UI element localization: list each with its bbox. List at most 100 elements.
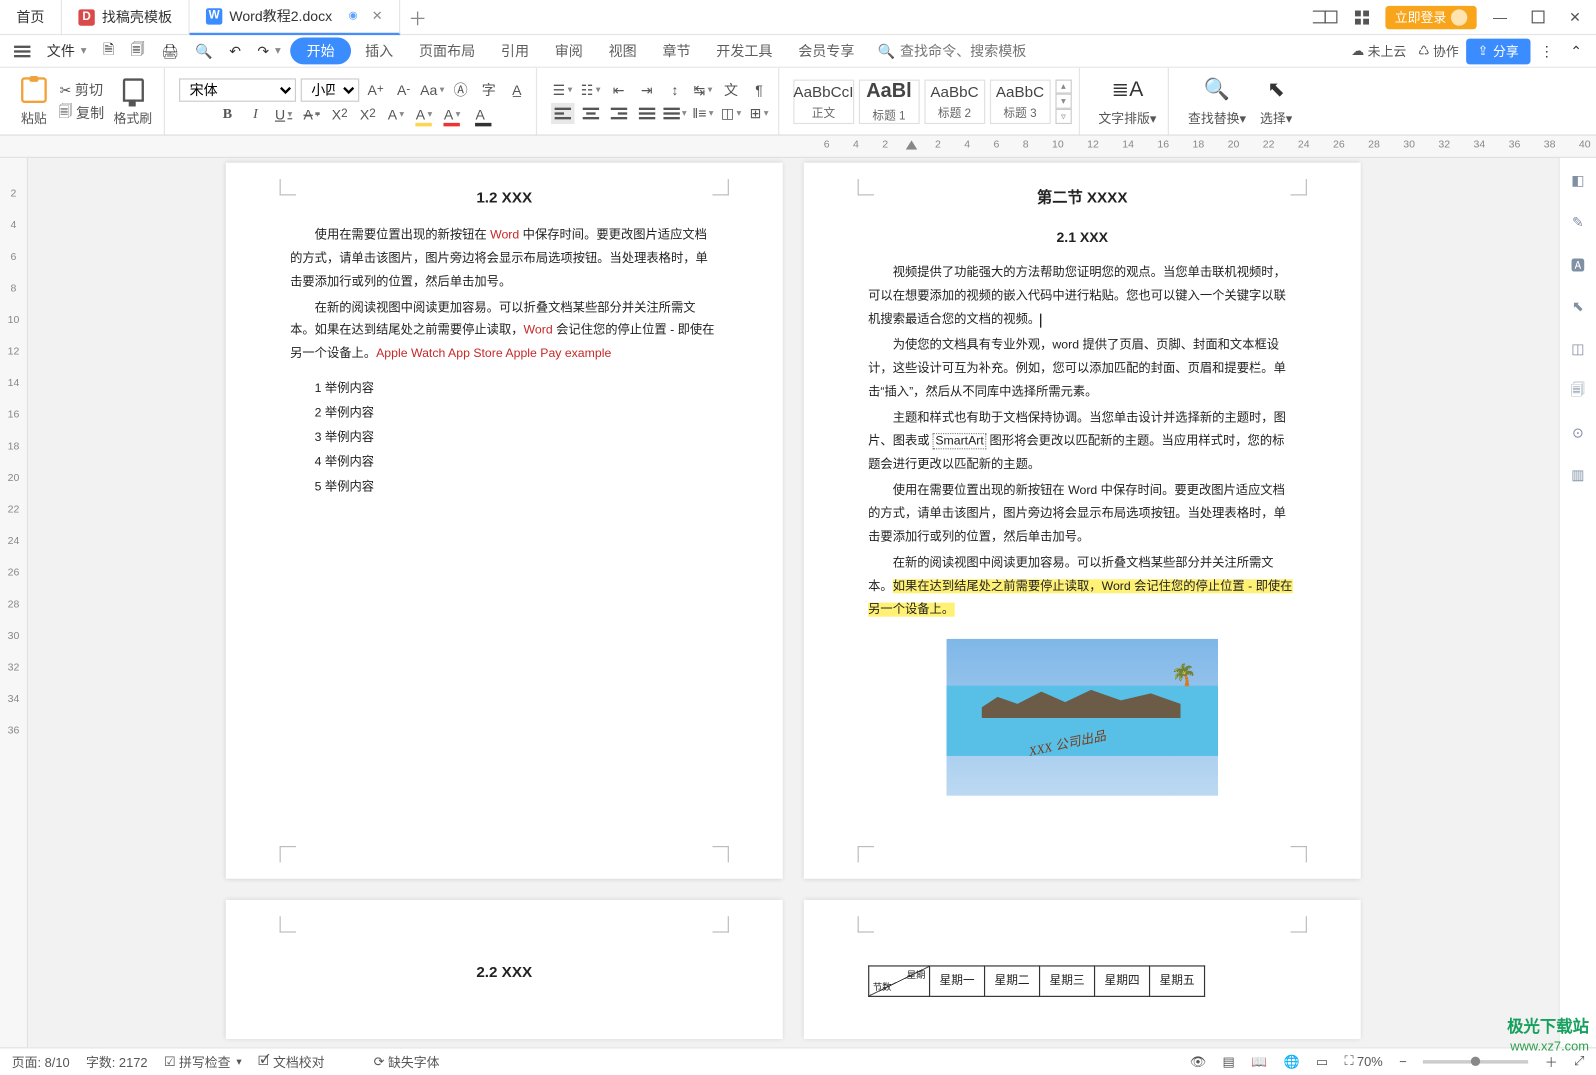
vertical-ruler[interactable]: 24681012141618202224262830323436 bbox=[0, 158, 28, 1047]
bullets-button[interactable]: ☰▾ bbox=[551, 79, 574, 100]
window-maximize-button[interactable] bbox=[1523, 3, 1551, 31]
zoom-out-button[interactable]: − bbox=[1399, 1055, 1407, 1069]
highlight-button[interactable]: A▾ bbox=[412, 104, 435, 125]
sort-button[interactable]: ↕ bbox=[663, 79, 686, 100]
tab-home[interactable]: 首页 bbox=[0, 0, 62, 35]
tab-close-icon[interactable]: ✕ bbox=[372, 8, 383, 23]
share-button[interactable]: ⇪ 分享 bbox=[1466, 38, 1531, 64]
shading-button[interactable]: ◫▾ bbox=[719, 102, 742, 123]
readmode-eye-icon[interactable]: 👁 bbox=[1190, 1054, 1206, 1069]
change-case-button[interactable]: Aa▾ bbox=[420, 79, 444, 100]
grow-font-button[interactable]: A+ bbox=[364, 79, 387, 100]
collaborate-button[interactable]: ♺ 协作 bbox=[1418, 42, 1459, 61]
style-heading2[interactable]: AaBbC标题 2 bbox=[924, 79, 985, 123]
copy-button[interactable]: 🗐 复制 bbox=[59, 102, 105, 123]
status-words[interactable]: 字数: 2172 bbox=[86, 1053, 148, 1072]
status-proofread[interactable]: 🗹 文档校对 bbox=[258, 1051, 324, 1073]
new-tab-button[interactable]: ＋ bbox=[400, 0, 435, 35]
qat-redo-icon[interactable]: ↷▾ bbox=[250, 40, 288, 61]
align-left-button[interactable] bbox=[551, 102, 574, 123]
ribbon-tab-insert[interactable]: 插入 bbox=[353, 37, 405, 64]
find-replace-button[interactable]: 🔍 查找替换▾ bbox=[1183, 75, 1250, 126]
italic-button[interactable]: I bbox=[244, 104, 267, 125]
zoom-slider[interactable] bbox=[1423, 1060, 1528, 1064]
panel-pencil-icon[interactable]: ✎ bbox=[1567, 212, 1588, 233]
ribbon-tab-vip[interactable]: 会员专享 bbox=[787, 37, 867, 64]
tab-templates[interactable]: D 找稿壳模板 bbox=[62, 0, 190, 35]
cut-button[interactable]: ✂ 剪切 bbox=[60, 79, 103, 100]
align-justify-button[interactable] bbox=[635, 102, 658, 123]
fullscreen-icon[interactable]: ⤢ bbox=[1574, 1054, 1584, 1069]
ribbon-tab-review[interactable]: 审阅 bbox=[543, 37, 595, 64]
ribbon-tab-section[interactable]: 章节 bbox=[651, 37, 703, 64]
panel-select-icon[interactable]: ⬉ bbox=[1567, 296, 1588, 317]
char-border-button[interactable]: A̲ bbox=[505, 79, 528, 100]
ribbon-tab-reference[interactable]: 引用 bbox=[489, 37, 541, 64]
align-center-button[interactable] bbox=[579, 102, 602, 123]
ribbon-tab-developer[interactable]: 开发工具 bbox=[705, 37, 785, 64]
bold-button[interactable]: B bbox=[216, 104, 239, 125]
indent-inc-button[interactable]: ⇥ bbox=[635, 79, 658, 100]
font-size-select[interactable]: 小四 bbox=[301, 78, 360, 101]
format-painter-button[interactable]: 格式刷 bbox=[109, 75, 157, 126]
status-spellcheck[interactable]: ☑ 拼写检查▾ bbox=[164, 1053, 242, 1072]
login-button[interactable]: 立即登录 bbox=[1385, 5, 1476, 28]
cloud-status[interactable]: ☁ 未上云 bbox=[1351, 42, 1406, 61]
ribbon-tab-view[interactable]: 视图 bbox=[597, 37, 649, 64]
apps-grid-icon[interactable] bbox=[1348, 3, 1376, 31]
indent-dec-button[interactable]: ⇤ bbox=[607, 79, 630, 100]
command-search-input[interactable] bbox=[900, 43, 1064, 59]
underline-button[interactable]: U▾ bbox=[272, 104, 295, 125]
select-button[interactable]: ⬉ 选择▾ bbox=[1255, 75, 1297, 126]
text-layout-button[interactable]: ≣A 文字排版▾ bbox=[1094, 75, 1161, 126]
style-gallery-expand[interactable]: ▿ bbox=[1055, 109, 1071, 124]
panel-toggle-icon[interactable]: ◧ bbox=[1567, 170, 1588, 191]
style-scroll-down[interactable]: ▾ bbox=[1055, 94, 1071, 109]
qat-preview-icon[interactable]: 🔍 bbox=[188, 40, 220, 61]
view-reading-icon[interactable]: ▭ bbox=[1316, 1054, 1328, 1069]
paste-button[interactable]: 粘贴 bbox=[14, 75, 54, 126]
embedded-image[interactable]: 🌴 XXX 公司出品 bbox=[947, 638, 1218, 795]
qat-save-icon[interactable]: 🗎 bbox=[96, 36, 121, 65]
text-effects-button[interactable]: A▾ bbox=[384, 104, 407, 125]
fit-width-icon[interactable]: ⛶ 70% bbox=[1344, 1054, 1382, 1069]
asian-layout-button[interactable]: 文 bbox=[719, 79, 742, 100]
numbering-button[interactable]: ☷▾ bbox=[579, 79, 602, 100]
document-canvas[interactable]: 1.2 XXX 使用在需要位置出现的新按钮在 Word 中保存时间。要更改图片适… bbox=[28, 158, 1558, 1047]
style-heading1[interactable]: AaBl标题 1 bbox=[859, 79, 920, 123]
pinyin-guide-button[interactable]: 字 bbox=[477, 79, 500, 100]
tab-char-button[interactable]: ↹▾ bbox=[691, 79, 714, 100]
layout-icon[interactable] bbox=[1311, 3, 1339, 31]
ribbon-tab-start[interactable]: 开始 bbox=[290, 37, 351, 64]
superscript-button[interactable]: X2 bbox=[328, 104, 351, 125]
show-marks-button[interactable]: ¶ bbox=[747, 79, 770, 100]
tab-document[interactable]: W Word教程2.docx ◉ ✕ bbox=[190, 0, 400, 35]
view-web-icon[interactable]: 🌐 bbox=[1283, 1054, 1299, 1069]
panel-shapes-icon[interactable]: ◫ bbox=[1567, 338, 1588, 359]
command-search[interactable]: 🔍 bbox=[878, 43, 1089, 59]
qat-undo-icon[interactable]: ↶ bbox=[222, 40, 248, 61]
ribbon-tab-layout[interactable]: 页面布局 bbox=[407, 37, 487, 64]
panel-location-icon[interactable]: ⊙ bbox=[1567, 422, 1588, 443]
style-normal[interactable]: AaBbCcI正文 bbox=[793, 79, 854, 123]
zoom-in-button[interactable]: ＋ bbox=[1545, 1053, 1558, 1072]
status-missing-fonts[interactable]: ⟳ 缺失字体 bbox=[374, 1053, 440, 1072]
subscript-button[interactable]: X2 bbox=[356, 104, 379, 125]
window-minimize-button[interactable]: ― bbox=[1486, 3, 1514, 31]
font-color-button[interactable]: A▾ bbox=[440, 104, 463, 125]
view-outline-icon[interactable]: 📖 bbox=[1251, 1054, 1267, 1069]
view-page-icon[interactable]: ▤ bbox=[1223, 1054, 1235, 1069]
font-family-select[interactable]: 宋体 bbox=[179, 78, 296, 101]
status-page[interactable]: 页面: 8/10 bbox=[12, 1053, 70, 1072]
app-menu-icon[interactable] bbox=[7, 43, 37, 59]
strike-button[interactable]: A▾ bbox=[300, 104, 323, 125]
borders-button[interactable]: ⊞▾ bbox=[747, 102, 770, 123]
style-scroll-up[interactable]: ▴ bbox=[1055, 79, 1071, 94]
collapse-ribbon-icon[interactable]: ⌃ bbox=[1563, 40, 1589, 61]
panel-view-icon[interactable]: ▥ bbox=[1567, 465, 1588, 486]
panel-styles-icon[interactable]: 🅰 bbox=[1567, 254, 1588, 275]
align-distribute-button[interactable]: ▾ bbox=[663, 102, 686, 123]
style-heading3[interactable]: AaBbC标题 3 bbox=[990, 79, 1051, 123]
window-close-button[interactable]: ✕ bbox=[1561, 3, 1589, 31]
more-menu-icon[interactable]: ⋮ bbox=[1533, 40, 1561, 61]
